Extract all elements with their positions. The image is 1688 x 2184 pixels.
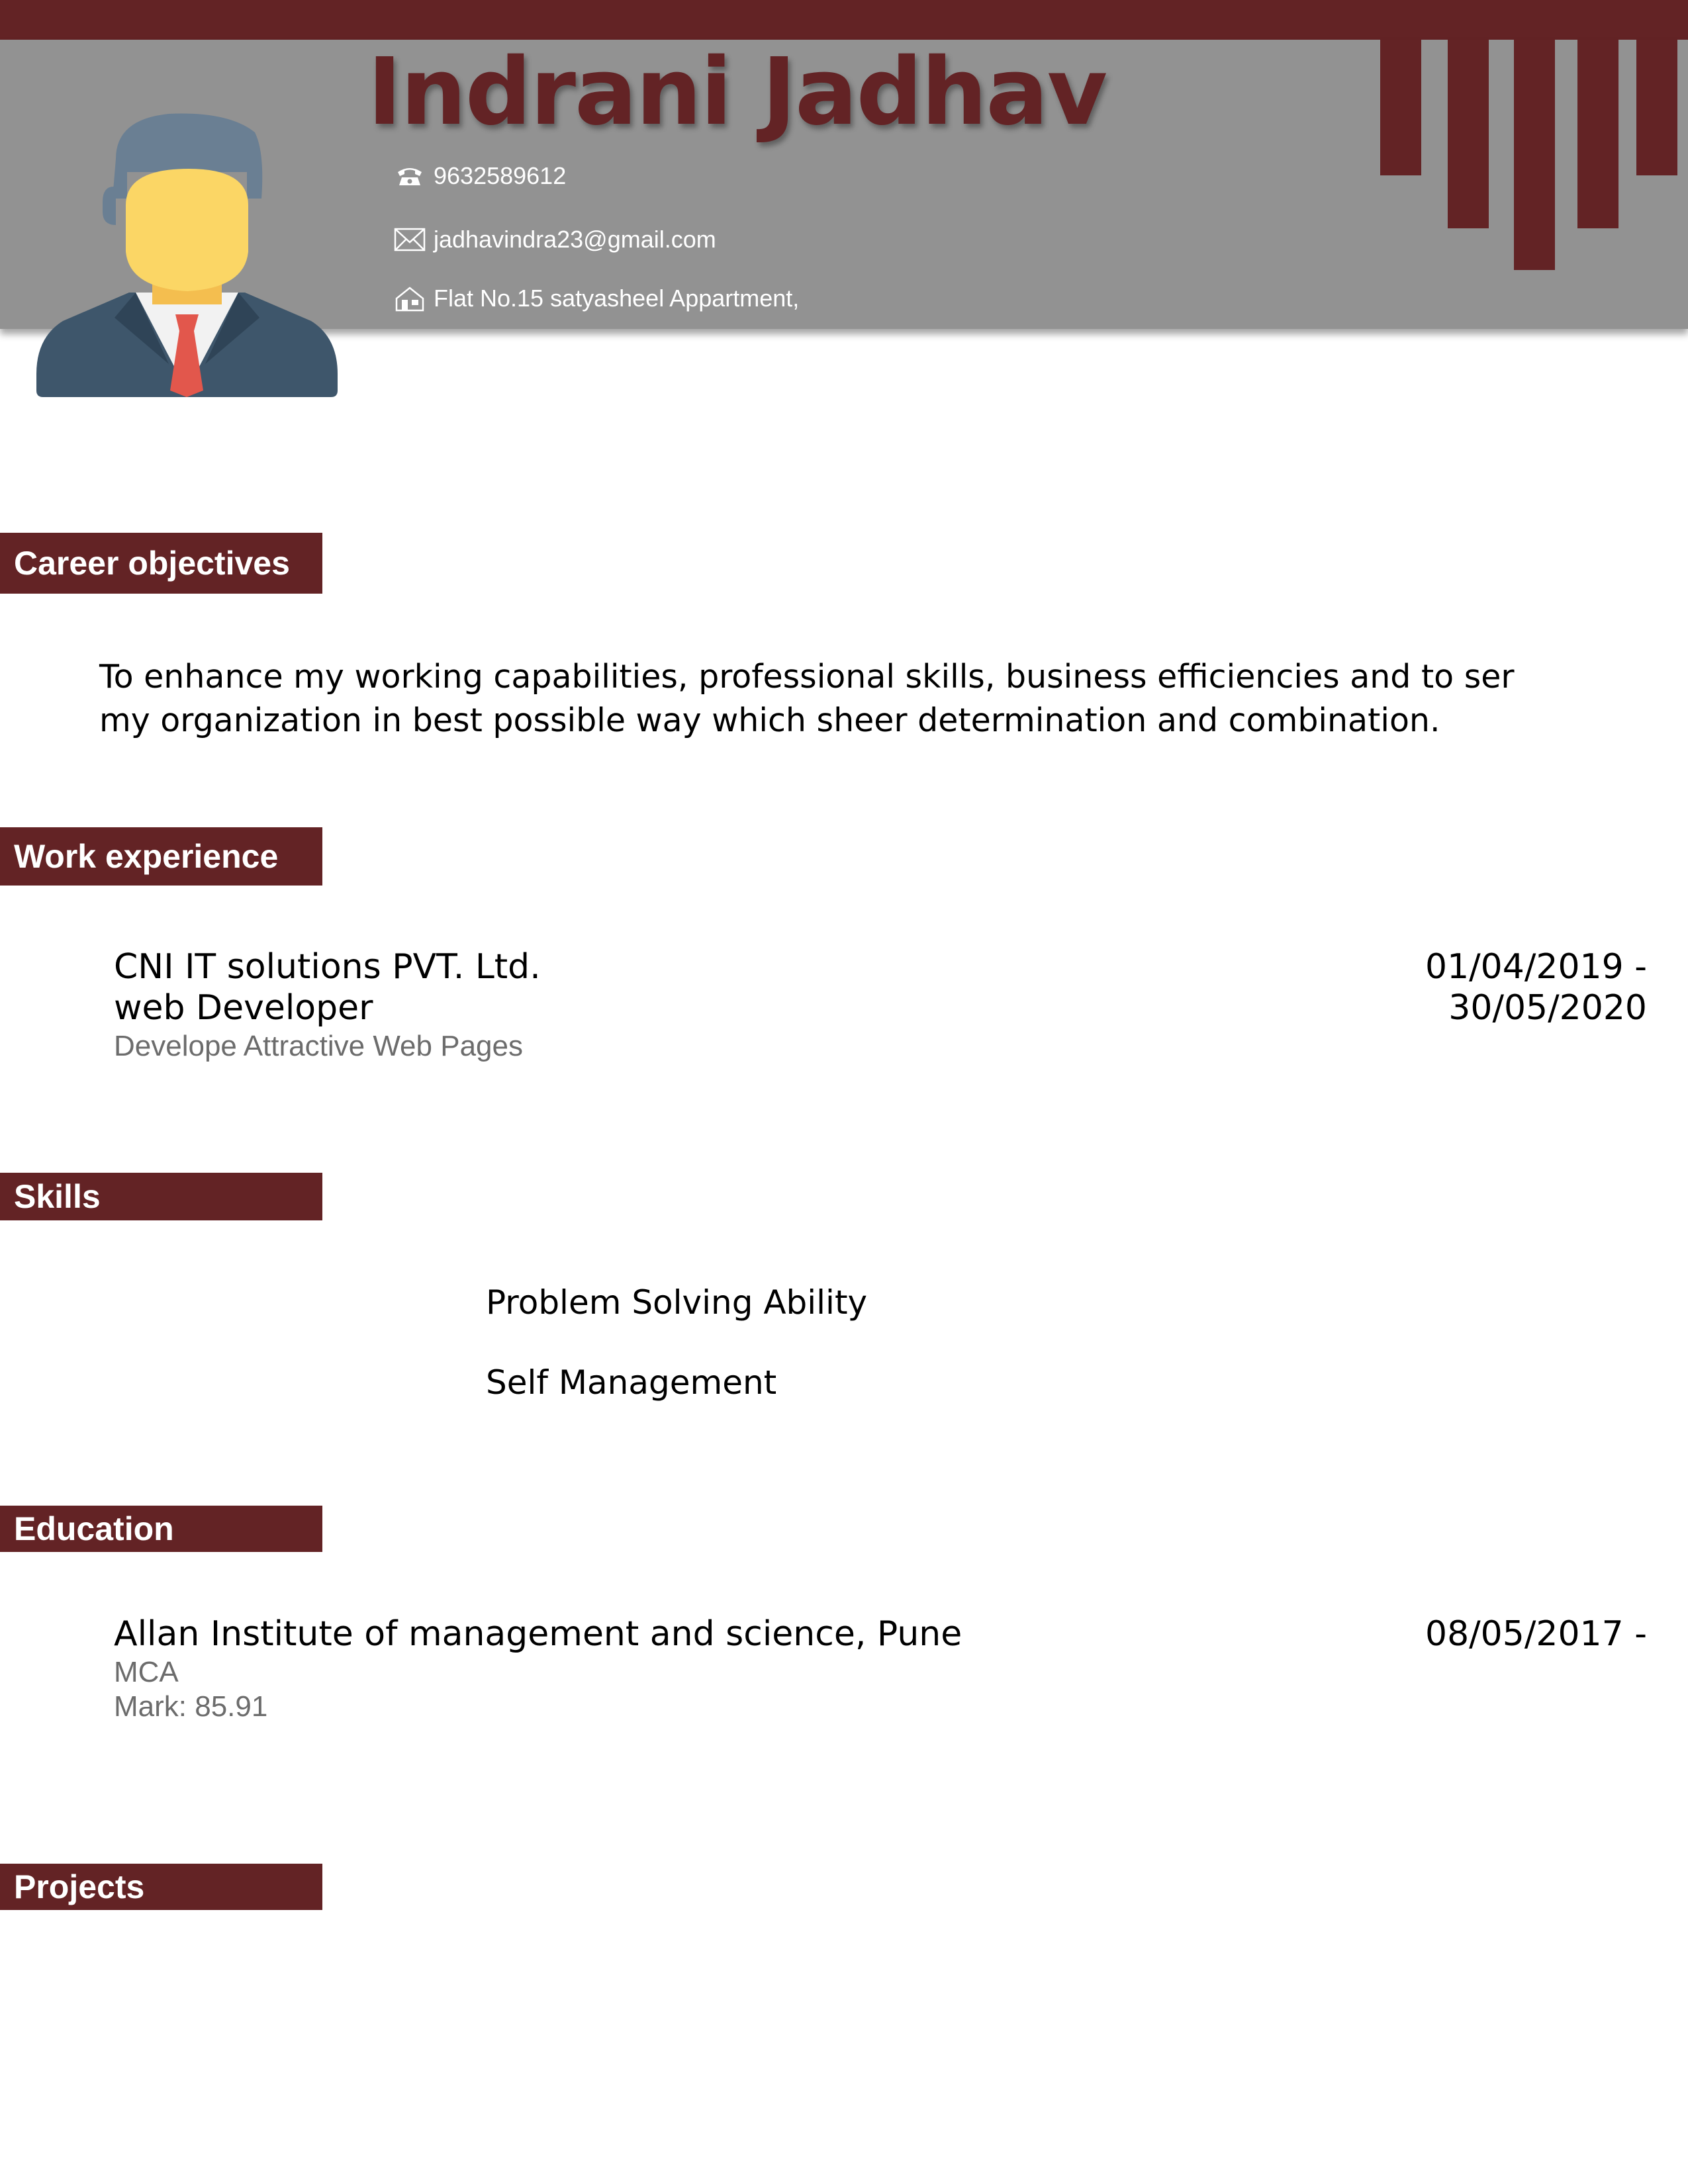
contact-email: jadhavindra23@gmail.com	[394, 222, 716, 257]
work-date-end: 30/05/2020	[1448, 988, 1647, 1028]
section-projects: Projects	[0, 1864, 322, 1910]
address-text: Flat No.15 satyasheel Appartment,	[434, 285, 800, 312]
email-address[interactable]: jadhavindra23@gmail.com	[434, 226, 716, 253]
top-stripe	[0, 0, 1688, 40]
work-company: CNI IT solutions PVT. Ltd.	[114, 947, 541, 987]
work-role: web Developer	[114, 988, 373, 1028]
decorative-bar	[1577, 40, 1618, 228]
skill-item: Self Management	[486, 1363, 777, 1402]
decorative-bar	[1380, 40, 1421, 175]
work-description: Develope Attractive Web Pages	[114, 1030, 523, 1062]
career-objective-text: To enhance my working capabilities, prof…	[99, 655, 1515, 743]
phone-number[interactable]: 9632589612	[434, 162, 566, 190]
mail-icon	[394, 228, 426, 251]
education-degree: MCA	[114, 1656, 179, 1688]
education-mark: Mark: 85.91	[114, 1690, 268, 1723]
home-icon	[395, 287, 424, 312]
decorative-bar	[1514, 40, 1555, 270]
section-work-experience: Work experience	[0, 827, 322, 886]
avatar	[36, 113, 338, 397]
contact-phone: 9632589612	[394, 159, 566, 193]
section-education: Education	[0, 1506, 322, 1552]
skill-item: Problem Solving Ability	[486, 1283, 868, 1322]
contact-address: Flat No.15 satyasheel Appartment,	[394, 281, 799, 316]
decorative-bar	[1636, 40, 1677, 175]
phone-icon	[398, 168, 422, 185]
work-date-start: 01/04/2019 -	[1425, 947, 1647, 987]
candidate-name: Indrani Jadhav	[367, 38, 1107, 146]
education-institute: Allan Institute of management and scienc…	[114, 1614, 962, 1654]
section-skills: Skills	[0, 1173, 322, 1220]
section-career-objectives: Career objectives	[0, 533, 322, 594]
career-objective-line: To enhance my working capabilities, prof…	[99, 658, 1515, 696]
education-date-start: 08/05/2017 -	[1425, 1614, 1647, 1654]
career-objective-line: my organization in best possible way whi…	[99, 702, 1440, 739]
decorative-bar	[1448, 40, 1489, 228]
